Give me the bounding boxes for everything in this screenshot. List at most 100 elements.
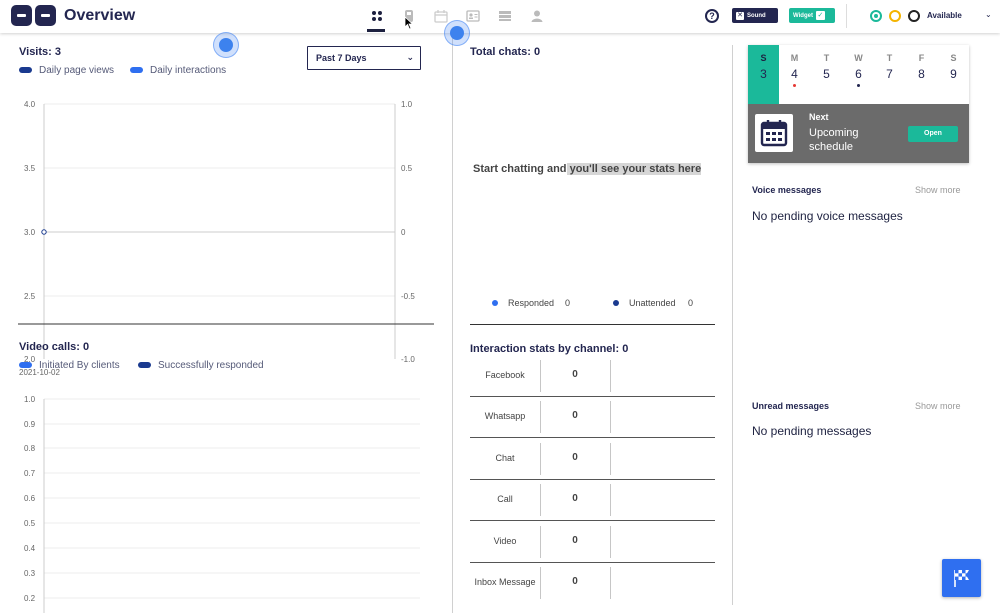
visits-title: Visits: 3	[19, 46, 61, 58]
page-title: Overview	[64, 7, 136, 24]
contact-card-icon[interactable]	[466, 9, 480, 23]
calendar-day[interactable]: T 7	[874, 45, 905, 104]
calendar-day[interactable]: F 8	[906, 45, 937, 104]
y2-tick: 0	[401, 228, 406, 237]
y-tick: 0.7	[24, 469, 36, 478]
channel-name: Video	[493, 536, 517, 546]
unattended-value: 0	[688, 298, 694, 308]
cell-divider	[610, 401, 611, 433]
day-name: S	[950, 53, 957, 63]
sound-label: Sound	[747, 12, 766, 19]
legend-initiated[interactable]: Initiated By clients	[39, 360, 120, 371]
week-calendar: S 3 M 4 T 5 W 6 T 7 F 8 S 9 Next Upcomin…	[748, 45, 969, 163]
column-divider	[452, 33, 453, 613]
check-icon: ✓	[815, 11, 825, 20]
top-bar: Overview ? ✕ Sound Widget ✓ Available ⌄	[0, 0, 1000, 33]
cell-divider	[610, 360, 611, 392]
y-tick: 0.5	[24, 519, 36, 528]
legend-page-views[interactable]: Daily page views	[39, 65, 114, 76]
status-available-icon[interactable]	[870, 10, 882, 22]
day-name: T	[886, 53, 893, 63]
grid-icon[interactable]	[370, 9, 384, 23]
legend-swatch-page-views	[19, 67, 32, 73]
legend-swatch-responded	[138, 362, 151, 368]
responded-label: Responded	[508, 298, 555, 308]
channel-value: 0	[572, 576, 578, 587]
tour-button[interactable]	[942, 559, 981, 597]
channel-value: 0	[572, 369, 578, 380]
table-row: Inbox Message 0	[470, 563, 715, 604]
checkered-flag-icon	[954, 570, 969, 587]
table-row: Call 0	[470, 480, 715, 521]
y-tick: 0.6	[24, 494, 36, 503]
status-offline-icon[interactable]	[908, 10, 920, 22]
y2-tick: 0.5	[401, 164, 413, 173]
y-tick: 0.4	[24, 544, 36, 553]
legend-interactions[interactable]: Daily interactions	[150, 65, 226, 76]
widget-toggle-button[interactable]: Widget ✓	[789, 8, 835, 23]
calendar-day[interactable]: W 6	[843, 45, 874, 104]
cell-divider	[540, 484, 541, 516]
channel-value: 0	[572, 452, 578, 463]
status-away-icon[interactable]	[889, 10, 901, 22]
total-chats-title: Total chats: 0	[470, 46, 541, 58]
click-indicator	[444, 20, 470, 46]
cell-divider	[540, 443, 541, 475]
status-label[interactable]: Available	[927, 11, 962, 20]
video-calls-chart	[43, 398, 420, 613]
y-tick: 2.5	[24, 292, 36, 301]
table-row: Chat 0	[470, 439, 715, 480]
day-date: 6	[855, 67, 862, 81]
open-schedule-button[interactable]: Open	[908, 126, 958, 142]
logo-block-left	[11, 5, 32, 26]
y-tick: 0.3	[24, 569, 36, 578]
legend-responded[interactable]: Successfully responded	[158, 360, 264, 371]
channel-name: Chat	[495, 453, 515, 463]
calendar-day-today[interactable]: S 3	[748, 45, 779, 104]
date-range-value: Past 7 Days	[316, 53, 367, 63]
channel-value: 0	[572, 410, 578, 421]
cell-divider	[610, 567, 611, 599]
help-icon[interactable]: ?	[705, 9, 719, 23]
calendar-day[interactable]: S 9	[938, 45, 969, 104]
calendar-icon	[755, 114, 793, 152]
sound-toggle-button[interactable]: ✕ Sound	[732, 8, 778, 23]
unattended-label: Unattended	[629, 298, 676, 308]
date-range-select[interactable]: Past 7 Days ⌄	[307, 46, 421, 70]
widget-label: Widget	[793, 12, 813, 19]
voice-messages-title: Voice messages	[752, 185, 822, 195]
channel-value: 0	[572, 535, 578, 546]
day-date: 8	[918, 67, 925, 81]
active-tab-indicator	[367, 29, 385, 32]
list-icon[interactable]	[498, 9, 512, 23]
voice-show-more-link[interactable]: Show more	[915, 185, 961, 195]
event-dot	[793, 84, 796, 87]
y2-tick: 1.0	[401, 100, 413, 109]
day-name: T	[823, 53, 830, 63]
cell-divider	[610, 443, 611, 475]
data-point[interactable]	[41, 229, 47, 235]
voice-empty-message: No pending voice messages	[752, 209, 903, 223]
calendar-icon[interactable]	[434, 9, 448, 23]
day-date: 4	[791, 67, 798, 81]
table-row: Video 0	[470, 522, 715, 563]
table-row: Facebook 0	[470, 356, 715, 397]
day-name: F	[918, 53, 925, 63]
person-icon[interactable]	[530, 9, 544, 23]
day-name: M	[790, 53, 799, 63]
responded-value: 0	[565, 298, 571, 308]
day-date: 3	[760, 67, 767, 81]
unread-show-more-link[interactable]: Show more	[915, 401, 961, 411]
y-tick: 0.8	[24, 444, 36, 453]
calendar-day[interactable]: M 4	[779, 45, 810, 104]
y-tick: 4.0	[24, 100, 36, 109]
chats-empty-message: Start chatting and you'll see your stats…	[473, 163, 702, 175]
chevron-down-icon[interactable]: ⌄	[985, 10, 992, 19]
channel-name: Facebook	[485, 370, 525, 380]
y-tick: 1.0	[24, 395, 36, 404]
app-logo[interactable]	[11, 5, 56, 26]
day-date: 5	[823, 67, 830, 81]
calendar-day[interactable]: T 5	[811, 45, 842, 104]
channel-name: Whatsapp	[484, 411, 526, 421]
sound-off-icon: ✕	[736, 11, 744, 20]
